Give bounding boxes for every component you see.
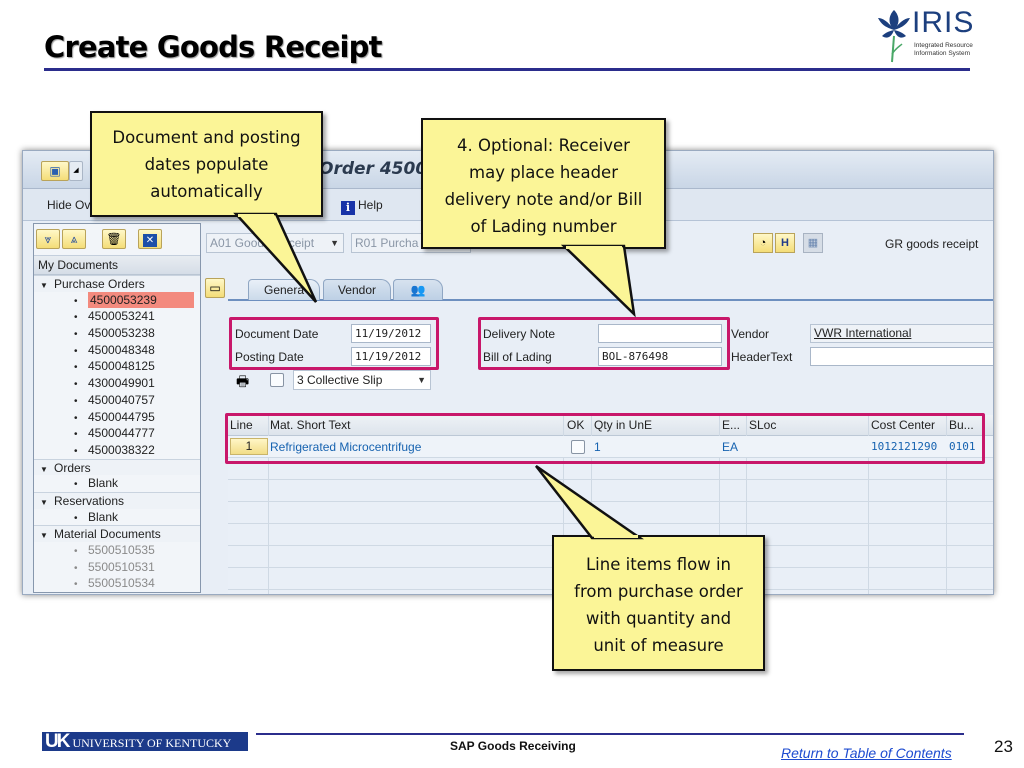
callout-line-items-tail: [535, 464, 645, 540]
